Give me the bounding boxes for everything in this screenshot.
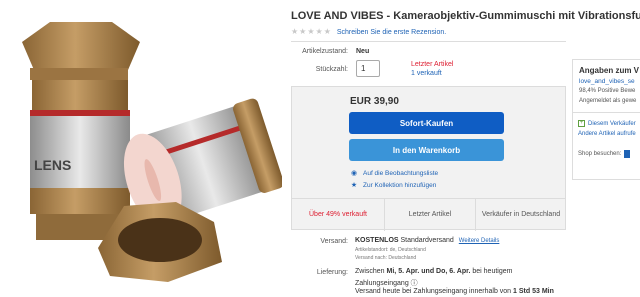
stat-last-item: Letzter Artikel — [384, 198, 475, 231]
visit-shop-row[interactable]: Shop besuchen: — [578, 150, 631, 158]
dispatch-text: Versand heute bei Zahlungseingang innerh… — [355, 288, 512, 295]
other-items-link[interactable]: Andere Artikel aufrufe — [578, 131, 636, 137]
delivery-dates: Mi, 5. Apr. und Do, 6. Apr. — [386, 268, 471, 275]
visit-shop-label: Shop besuchen: — [578, 151, 622, 157]
collection-label: Zur Kollektion hinzufügen — [363, 181, 437, 189]
product-title: LOVE AND VIBES - Kameraobjektiv-Gummimus… — [291, 10, 640, 22]
shipping-info: KOSTENLOS Standardversand Weitere Detail… — [355, 237, 499, 244]
delivery-label: Lieferung: — [316, 269, 348, 276]
watchlist-link[interactable]: ◉ Auf die Beobachtungsliste — [350, 169, 439, 178]
star-icon: ★ — [307, 27, 315, 36]
eye-icon: ◉ — [350, 170, 358, 177]
sold-count-link[interactable]: 1 verkauft — [411, 70, 442, 77]
collection-link[interactable]: ★ Zur Kollektion hinzufügen — [350, 181, 437, 190]
star-icon: ★ — [350, 182, 358, 189]
ships-to: Versand nach: Deutschland — [355, 255, 417, 261]
buy-box: EUR 39,90 Sofort-Kaufen In den Warenkorb… — [291, 86, 566, 231]
shipping-cost: KOSTENLOS — [355, 237, 399, 244]
seller-registration: Angemeldet als gewe — [579, 98, 637, 104]
seller-rating: 98,4% Positive Bewe — [579, 88, 636, 94]
product-image[interactable]: LENS — [0, 0, 282, 297]
condition-value: Neu — [356, 48, 370, 55]
plus-icon: + — [578, 120, 585, 127]
price: EUR 39,90 — [350, 96, 399, 107]
rating-row: ★ ★ ★ ★ ★ Schreiben Sie die erste Rezens… — [291, 27, 446, 37]
seller-panel-title: Angaben zum V — [579, 66, 640, 75]
product-photo-illustration: LENS — [22, 22, 282, 282]
write-review-link[interactable]: Schreiben Sie die erste Rezension. — [337, 29, 446, 36]
quantity-label: Stückzahl: — [315, 66, 348, 73]
delivery-window: Zwischen Mi, 5. Apr. und Do, 6. Apr. bei… — [355, 268, 512, 275]
svg-text:LENS: LENS — [34, 157, 71, 173]
info-icon[interactable]: ⓘ — [411, 280, 418, 287]
dispatch-countdown: 1 Std 53 Min — [513, 288, 554, 295]
save-seller-label: Diesem Verkäufer — [588, 120, 636, 127]
star-icon: ★ — [291, 27, 299, 36]
seller-divider — [573, 112, 640, 113]
delivery-payment-text: Zahlungseingang — [355, 280, 409, 287]
add-to-cart-button[interactable]: In den Warenkorb — [349, 139, 504, 161]
delivery-payment-note: Zahlungseingang ⓘ — [355, 278, 418, 288]
stat-sold-percent: Über 49% verkauft — [309, 211, 367, 218]
shipping-details-link[interactable]: Weitere Details — [459, 238, 500, 244]
seller-name-link[interactable]: love_and_vibes_se — [579, 78, 635, 85]
seller-panel: Angaben zum V love_and_vibes_se 98,4% Po… — [572, 59, 640, 180]
condition-label: Artikelzustand: — [302, 48, 348, 55]
shipping-method: Standardversand — [400, 237, 454, 244]
last-item-notice: Letzter Artikel — [411, 61, 454, 68]
watchlist-label: Auf die Beobachtungsliste — [363, 169, 439, 177]
rating-stars: ★ ★ ★ ★ ★ — [291, 28, 331, 36]
title-divider — [291, 41, 566, 42]
delivery-suffix: bei heutigem — [472, 268, 513, 275]
shop-icon — [624, 150, 631, 158]
star-icon: ★ — [323, 27, 331, 36]
buy-now-button[interactable]: Sofort-Kaufen — [349, 112, 504, 134]
item-location: Artikelstandort: de, Deutschland — [355, 247, 426, 253]
quantity-input[interactable] — [356, 60, 380, 77]
stat-seller-location: Verkäufer in Deutschland — [475, 198, 566, 231]
dispatch-note: Versand heute bei Zahlungseingang innerh… — [355, 288, 554, 295]
delivery-prefix: Zwischen — [355, 268, 385, 275]
save-seller-link[interactable]: + Diesem Verkäufer — [578, 120, 636, 127]
star-icon: ★ — [299, 27, 307, 36]
shipping-label: Versand: — [320, 238, 348, 245]
star-icon: ★ — [315, 27, 323, 36]
